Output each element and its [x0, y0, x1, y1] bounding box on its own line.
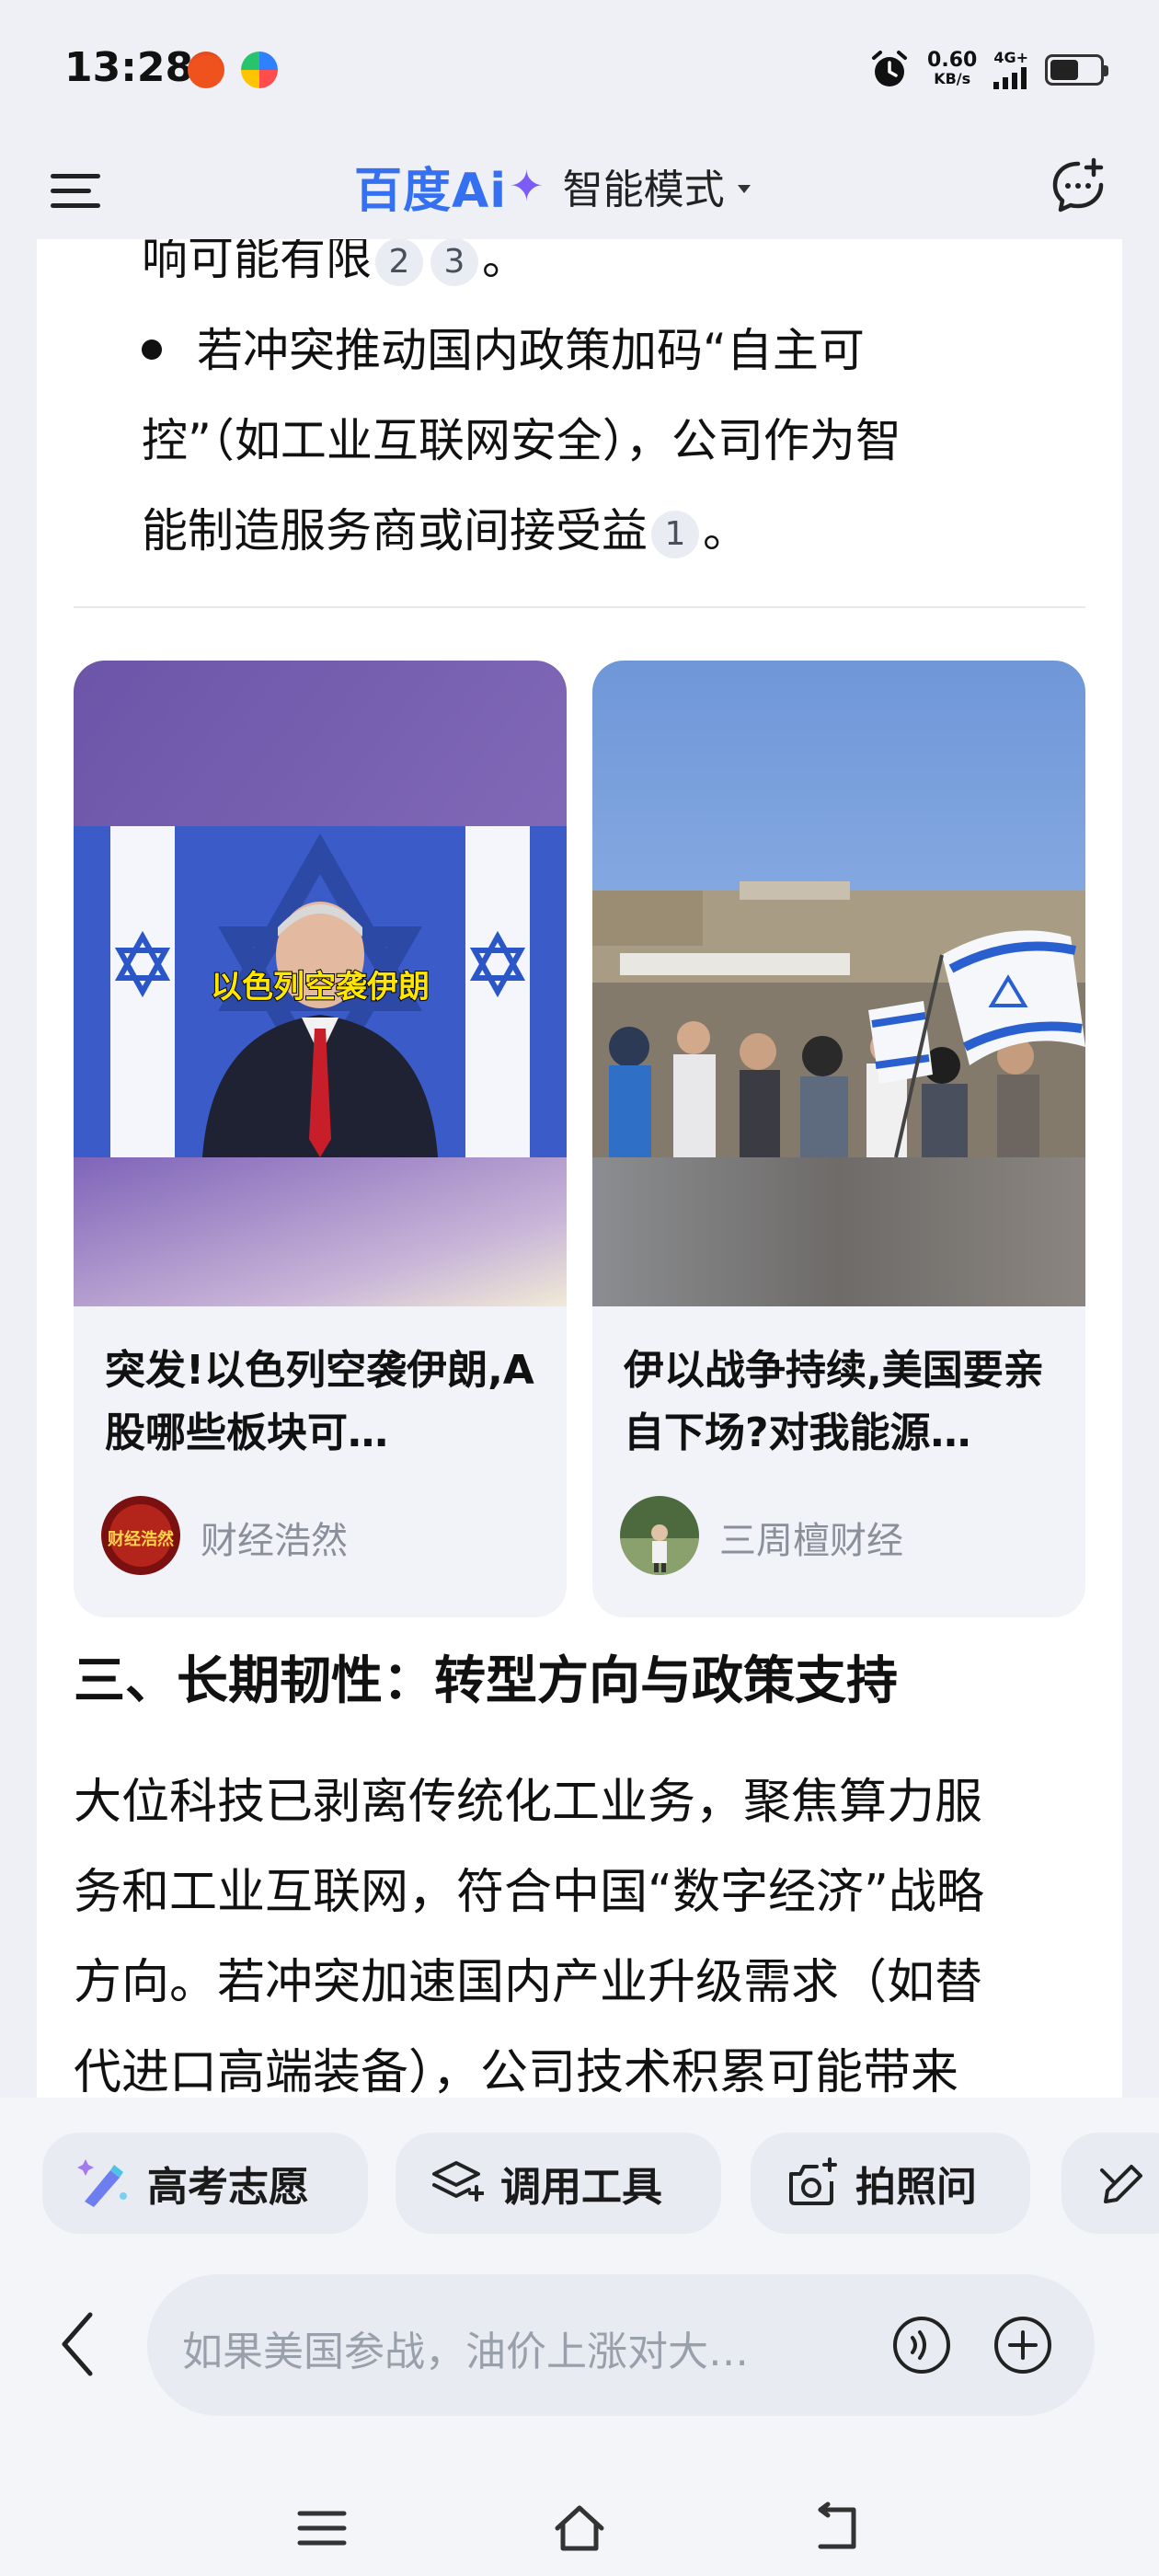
card-author: 三周檀财经	[719, 1520, 903, 1562]
clock: 13:28	[64, 44, 194, 91]
chip-tools[interactable]: 调用工具	[396, 2133, 721, 2234]
divider	[74, 606, 1085, 608]
answer-fragment: 响可能有限 2 3。	[142, 239, 528, 286]
chevron-down-icon	[737, 184, 751, 193]
input-placeholder: 如果美国参战，油价上涨对大…	[182, 2329, 749, 2375]
app-header: 百度Ai ✦ 智能模式	[0, 138, 1159, 239]
status-bar: 13:28 0.60 KB/s 4G+	[0, 0, 1159, 138]
citation-badge[interactable]: 1	[651, 510, 699, 558]
pen-icon	[1100, 2165, 1142, 2203]
mode-selector[interactable]: 百度Ai ✦ 智能模式	[354, 154, 751, 219]
video-card[interactable]: 以色列空袭伊朗 突发!以色列空袭伊朗,A股哪些板块可… 财经浩然 财经浩然	[74, 661, 567, 1617]
section-heading: 三、长期韧性：转型方向与政策支持	[74, 1651, 898, 1711]
bottom-panel: 高考志愿 调用工具 拍照问 如果美国参战，油价上涨对大…	[0, 2098, 1159, 2576]
sparkle-icon: ✦	[509, 161, 545, 211]
bullet-text: 控”（如工业互联网安全），公司作为智	[142, 414, 901, 467]
bullet-text: 若冲突推动国内政策加码“自主可	[197, 324, 865, 377]
bullet-text: 能制造服务商或间接受益 1。	[142, 504, 749, 558]
app-icon-colorful	[241, 52, 278, 88]
avatar: 财经浩然	[101, 1496, 180, 1575]
video-thumbnail	[592, 661, 1085, 1306]
video-thumbnail: 以色列空袭伊朗	[74, 661, 567, 1306]
home-nav-icon[interactable]	[552, 2501, 607, 2556]
new-chat-icon[interactable]	[1048, 156, 1108, 217]
network-speed: 0.60 KB/s	[927, 49, 978, 88]
chip-photo[interactable]: 拍照问	[751, 2133, 1030, 2234]
wand-icon	[77, 2159, 127, 2207]
back-nav-icon[interactable]	[809, 2501, 865, 2556]
back-icon[interactable]	[53, 2307, 105, 2381]
camera-icon	[789, 2157, 837, 2205]
citation-badge[interactable]: 2	[375, 239, 423, 286]
section-body: 大位科技已剥离传统化工业务，聚焦算力服 务和工业互联网，符合中国“数字经济”战略…	[74, 1775, 984, 2098]
plus-icon[interactable]	[992, 2314, 1054, 2376]
baidu-ai-logo: 百度Ai	[354, 163, 508, 219]
app-icon-orange	[188, 52, 224, 88]
avatar	[620, 1496, 699, 1575]
svg-text:财经浩然: 财经浩然	[108, 1529, 174, 1549]
mode-label: 智能模式	[562, 167, 725, 213]
chip-more[interactable]	[1061, 2133, 1159, 2234]
menu-icon[interactable]	[51, 161, 102, 213]
answer-content: 响可能有限 2 3。 若冲突推动国内政策加码“自主可 控”（如工业互联网安全），公司…	[37, 239, 1122, 2098]
thumbnail-caption: 以色列空袭伊朗	[211, 969, 430, 1006]
chip-gaokao[interactable]: 高考志愿	[42, 2133, 368, 2234]
card-title: 伊以战争持续,美国要亲自下场?对我能源…	[624, 1347, 1044, 1456]
card-author: 财经浩然	[201, 1520, 348, 1562]
video-card[interactable]: 伊以战争持续,美国要亲自下场?对我能源… 三周檀财经	[592, 661, 1085, 1617]
question-input[interactable]: 如果美国参战，油价上涨对大…	[147, 2274, 1095, 2416]
card-title: 突发!以色列空袭伊朗,A股哪些板块可…	[105, 1347, 534, 1456]
recents-nav-icon[interactable]	[294, 2501, 350, 2556]
citation-badge[interactable]: 3	[430, 239, 478, 286]
layers-icon	[432, 2161, 484, 2202]
signal-icon: 4G+	[993, 51, 1028, 89]
battery-icon	[1045, 54, 1108, 86]
alarm-icon	[872, 51, 908, 86]
voice-icon[interactable]	[890, 2314, 953, 2376]
bullet-point	[142, 339, 162, 360]
